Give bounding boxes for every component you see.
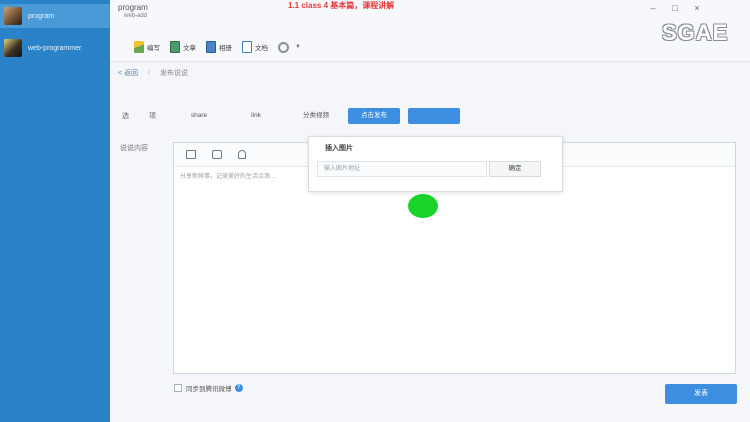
toolbar-settings-button[interactable]: ▼ [278,38,301,56]
send-button[interactable]: 发表 [665,384,737,404]
doc-icon [242,41,252,53]
sidebar-item-label: web-programmer [28,44,82,52]
sync-option[interactable]: 同步到腾讯微博 ? [174,383,243,393]
maximize-button[interactable]: □ [668,2,682,14]
toolbar-label: 文档 [255,45,268,52]
close-button[interactable]: × [690,2,704,14]
popup-title: 插入图片 [325,145,353,152]
toolbar-album-button[interactable]: 相册 [206,38,232,56]
breadcrumb-current: 发布说说 [160,70,188,77]
avatar [4,39,22,57]
sidebar-item-program[interactable]: program [0,4,110,28]
options-label-2: 项 [149,113,156,120]
sidebar-item-label: program [28,12,55,20]
sync-checkbox[interactable] [174,384,182,392]
image-url-input[interactable]: 输入图片地址 [317,161,487,177]
breadcrumb-separator: / [148,69,150,77]
minimize-button[interactable]: – [646,2,660,14]
insert-image-popup: 插入图片 输入图片地址 确定 [308,136,563,192]
breadcrumb: < 返回 / 发布说说 [118,68,188,78]
app-subtitle: web-add [124,13,148,19]
header: program web-add 1.1 class 4 基本篇，课程讲解 – □… [110,0,750,62]
photo-icon [206,41,216,53]
insert-video-icon[interactable] [212,150,222,159]
option-publish[interactable]: 点击发布 [348,108,400,124]
toolbar-write-button[interactable]: 编写 [134,38,160,56]
sidebar-item-web-programmer[interactable]: web-programmer [0,36,110,60]
option-extra[interactable] [408,108,460,124]
toolbar-label: 文章 [183,45,196,52]
toolbar: 编写 文章 相册 文档 ▼ [134,38,311,56]
cursor-highlight [408,194,438,218]
image-icon [170,41,180,53]
insert-image-icon[interactable] [186,150,196,159]
watermark-logo: SGAE [662,20,729,45]
toolbar-doc-button[interactable]: 文档 [242,38,268,56]
avatar [4,7,22,25]
help-icon[interactable]: ? [234,384,243,392]
video-banner: 1.1 class 4 基本篇，课程讲解 [288,1,395,10]
gear-icon [278,41,289,53]
insert-audio-icon[interactable] [238,150,246,159]
app-title: program [118,3,148,12]
editor-placeholder: 分享新鲜事，记录美好的生活点滴... [180,174,276,180]
toolbar-label: 相册 [219,45,232,52]
toolbar-article-button[interactable]: 文章 [170,38,196,56]
sidebar: program web-programmer [0,0,110,422]
popup-confirm-button[interactable]: 确定 [489,161,541,177]
options-label: 选 [122,113,129,120]
app-window: program web-programmer program web-add 1… [0,0,750,422]
toolbar-label: 编写 [147,45,160,52]
chevron-down-icon: ▼ [295,44,301,50]
sync-label: 同步到腾讯微博 [186,386,232,393]
pencil-icon [134,41,144,53]
option-share[interactable]: share [176,108,222,124]
back-link[interactable]: < 返回 [118,68,138,78]
content-label: 说说内容 [120,145,148,152]
option-link[interactable]: link [236,108,276,124]
option-video[interactable]: 分类视频 [292,108,340,124]
